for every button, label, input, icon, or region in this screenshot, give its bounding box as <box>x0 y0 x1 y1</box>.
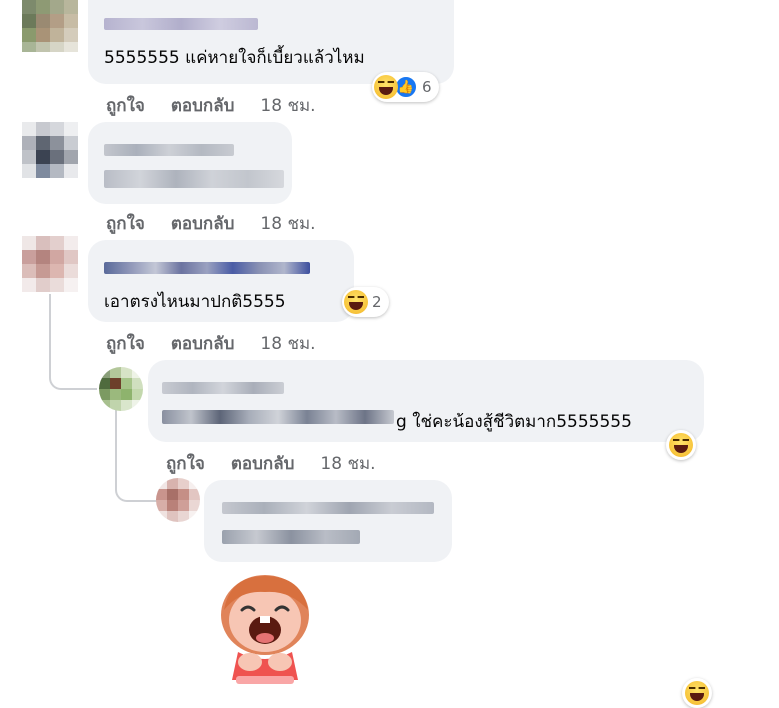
reply-bubble <box>204 480 452 562</box>
blurred-username[interactable] <box>104 18 258 30</box>
laugh-reaction-icon <box>669 433 693 457</box>
avatar[interactable] <box>22 0 78 52</box>
reaction-summary[interactable]: 2 <box>342 287 389 317</box>
reply-bubble: g ใช่คะน้องสู้ชีวิตมาก5555555 <box>148 360 704 442</box>
timestamp[interactable]: 18 ชม. <box>260 334 315 354</box>
like-button[interactable]: ถูกใจ <box>106 334 145 354</box>
blurred-comment-text <box>104 170 284 188</box>
avatar[interactable] <box>156 478 200 522</box>
like-button[interactable]: ถูกใจ <box>106 214 145 234</box>
timestamp[interactable]: 18 ชม. <box>260 96 315 116</box>
like-button[interactable]: ถูกใจ <box>106 96 145 116</box>
blurred-mention[interactable] <box>162 410 394 424</box>
reaction-summary[interactable]: 👍 6 <box>372 72 439 102</box>
reply-button[interactable]: ตอบกลับ <box>171 334 235 354</box>
like-button[interactable]: ถูกใจ <box>166 454 205 474</box>
reply-button[interactable]: ตอบกลับ <box>231 454 295 474</box>
comment-text: เอาตรงไหนมาปกติ5555 <box>104 292 286 312</box>
comment-bubble: เอาตรงไหนมาปกติ5555 <box>88 240 354 322</box>
blurred-comment-text <box>222 530 360 544</box>
comment-actions: ถูกใจ ตอบกลับ 18 ชม. <box>166 450 376 477</box>
reaction-summary[interactable] <box>682 678 712 708</box>
avatar[interactable] <box>22 122 78 178</box>
avatar[interactable] <box>22 236 78 292</box>
comment-actions: ถูกใจ ตอบกลับ 18 ชม. <box>106 330 316 357</box>
blurred-username[interactable] <box>222 502 434 514</box>
laugh-reaction-icon <box>685 681 709 705</box>
reaction-count: 2 <box>372 293 382 311</box>
reply-button[interactable]: ตอบกลับ <box>171 214 235 234</box>
timestamp[interactable]: 18 ชม. <box>320 454 375 474</box>
blurred-username[interactable] <box>104 144 234 156</box>
laughing-girl-sticker <box>221 575 309 684</box>
thread-connector <box>49 294 97 390</box>
reaction-count: 6 <box>422 78 432 96</box>
reaction-summary[interactable] <box>666 430 696 460</box>
comment-actions: ถูกใจ ตอบกลับ 18 ชม. <box>106 92 316 119</box>
laugh-reaction-icon <box>344 290 368 314</box>
avatar[interactable] <box>99 367 143 411</box>
timestamp[interactable]: 18 ชม. <box>260 214 315 234</box>
laugh-reaction-icon <box>374 75 398 99</box>
comment-bubble <box>88 122 292 204</box>
blurred-username[interactable] <box>162 382 284 394</box>
reply-button[interactable]: ตอบกลับ <box>171 96 235 116</box>
comment-text: 5555555 แค่หายใจก็เบี้ยวแล้วไหม <box>104 48 365 68</box>
comment-actions: ถูกใจ ตอบกลับ 18 ชม. <box>106 210 316 237</box>
blurred-username[interactable] <box>104 262 310 274</box>
comment-text: g ใช่คะน้องสู้ชีวิตมาก5555555 <box>396 412 632 432</box>
